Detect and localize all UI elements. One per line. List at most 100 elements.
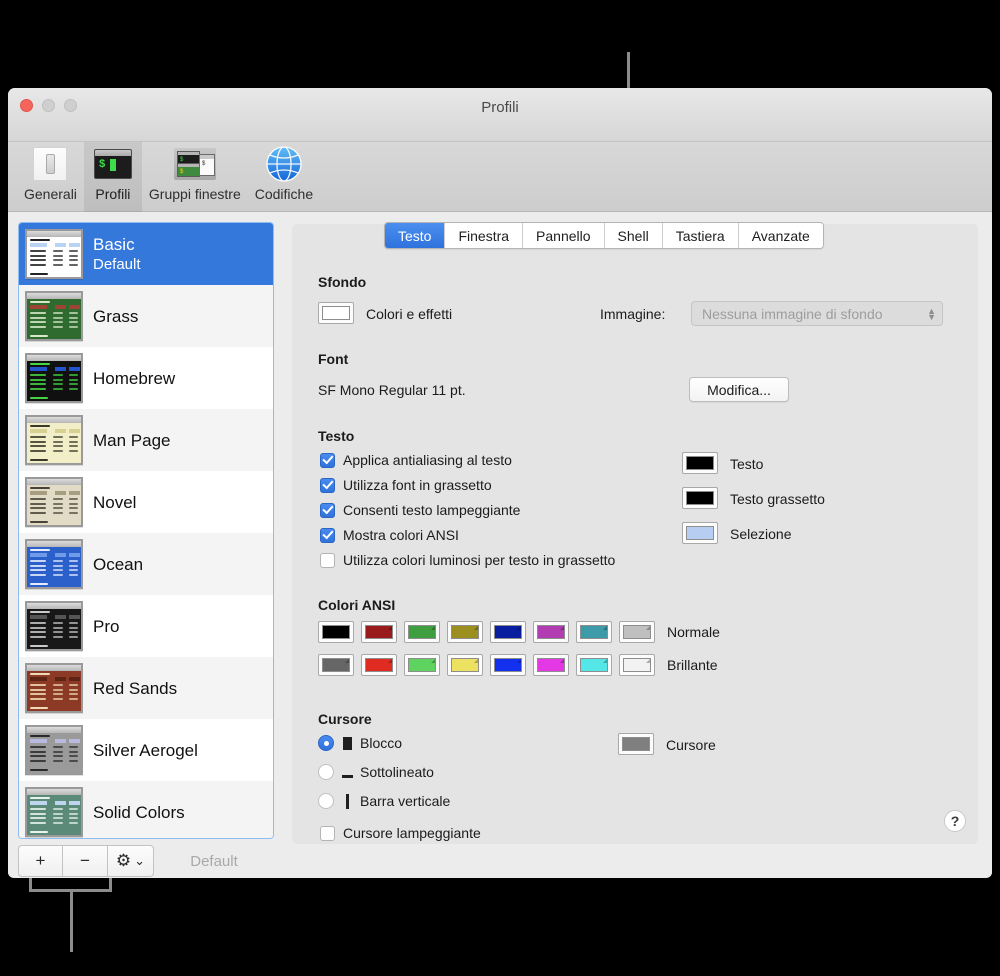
tab-testo[interactable]: Testo <box>385 223 446 248</box>
checkbox-label: Utilizza font in grassetto <box>343 477 492 493</box>
toolbar-item-codifiche[interactable]: Codifiche <box>248 142 320 212</box>
tab-pannello[interactable]: Pannello <box>523 223 605 248</box>
ansi-swatch-fill <box>494 658 522 672</box>
ansi-color-swatch[interactable] <box>318 621 354 643</box>
ansi-color-swatch[interactable] <box>447 621 483 643</box>
toolbar-item-generali[interactable]: Generali <box>17 142 84 212</box>
ansi-color-swatch[interactable] <box>361 654 397 676</box>
ansi-color-swatch[interactable] <box>533 621 569 643</box>
text-color-well[interactable] <box>682 452 718 474</box>
profile-thumbnail <box>25 415 83 465</box>
checkbox-label: Consenti testo lampeggiante <box>343 502 521 518</box>
ansi-color-swatch[interactable] <box>318 654 354 676</box>
text-option-row[interactable]: Mostra colori ANSI <box>320 527 459 543</box>
help-button[interactable]: ? <box>944 810 966 832</box>
ansi-swatch-fill <box>623 625 651 639</box>
toolbar-item-profili[interactable]: $ Profili <box>83 142 142 212</box>
background-color-well[interactable] <box>318 302 354 324</box>
profile-actions-menu-button[interactable]: ⚙ ⌄ <box>108 845 154 877</box>
chevron-down-icon: ⌄ <box>134 853 146 868</box>
window-titlebar: Profili <box>8 88 992 142</box>
ansi-color-swatch[interactable] <box>576 621 612 643</box>
gear-icon: ⚙ <box>115 851 132 870</box>
add-profile-button[interactable]: + <box>18 845 63 877</box>
cursor-option-row[interactable]: Blocco <box>318 735 402 751</box>
profile-name: Man Page <box>93 430 171 450</box>
ansi-swatch-fill <box>451 625 479 639</box>
profile-settings-pane: Testo Finestra Pannello Shell Tastiera Avanza… <box>284 212 992 877</box>
profile-item-labels: Grass <box>93 306 138 327</box>
profile-list-item[interactable]: Novel <box>19 471 273 533</box>
text-option-row[interactable]: Applica antialiasing al testo <box>320 452 512 468</box>
checkbox[interactable] <box>320 477 335 493</box>
ansi-color-swatch[interactable] <box>619 621 655 643</box>
radio-button[interactable] <box>318 764 334 780</box>
cursor-option-row[interactable]: Sottolineato <box>318 764 434 780</box>
profile-name: Grass <box>93 306 139 326</box>
text-color-well-label: Selezione <box>730 526 792 542</box>
ansi-swatch-fill <box>322 625 350 639</box>
cursor-color-label: Cursore <box>666 737 716 753</box>
cursor-shape-bar-icon <box>341 793 353 809</box>
cursor-shape-underline-icon <box>341 767 353 778</box>
cursor-option-row[interactable]: Barra verticale <box>318 793 450 809</box>
ansi-color-swatch[interactable] <box>576 654 612 676</box>
radio-button[interactable] <box>318 793 334 809</box>
cursor-blink-row[interactable]: Cursore lampeggiante <box>320 825 481 841</box>
set-default-label[interactable]: Default <box>154 845 274 877</box>
profile-thumbnail <box>25 353 83 403</box>
terminal-window-icon: $ <box>91 144 135 184</box>
ansi-color-swatch[interactable] <box>404 621 440 643</box>
checkbox[interactable] <box>320 502 335 518</box>
profile-item-labels: Red Sands <box>93 678 177 699</box>
profile-list-item[interactable]: Red Sands <box>19 657 273 719</box>
text-option-row[interactable]: Utilizza font in grassetto <box>320 477 492 493</box>
toolbar-item-gruppi-finestre[interactable]: $ $ $ Gruppi finestre <box>142 142 248 212</box>
ansi-row-label: Brillante <box>667 657 718 673</box>
profile-list-item[interactable]: Homebrew <box>19 347 273 409</box>
profile-list-item[interactable]: Basic Default <box>19 223 273 285</box>
settings-tab-bar: Testo Finestra Pannello Shell Tastiera Avanza… <box>384 222 824 249</box>
profile-list[interactable]: Basic Default Grass Homebrew Man Page Novel Oc… <box>18 222 274 839</box>
profile-list-item[interactable]: Ocean <box>19 533 273 595</box>
text-color-well[interactable] <box>682 487 718 509</box>
ansi-color-swatch[interactable] <box>404 654 440 676</box>
tab-shell[interactable]: Shell <box>604 223 663 248</box>
background-image-select[interactable]: Nessuna immagine di sfondo ▲ ▼ <box>691 301 943 326</box>
profile-list-item[interactable]: Pro <box>19 595 273 657</box>
text-option-row[interactable]: Utilizza colori luminosi per testo in gr… <box>320 552 615 568</box>
profile-list-item[interactable]: Silver Aerogel <box>19 719 273 781</box>
radio-button[interactable] <box>318 735 334 751</box>
profile-list-item[interactable]: Grass <box>19 285 273 347</box>
color-swatch <box>686 491 714 505</box>
checkbox-label: Mostra colori ANSI <box>343 527 459 543</box>
profile-list-item[interactable]: Solid Colors <box>19 781 273 838</box>
font-value-label: SF Mono Regular 11 pt. <box>318 382 466 398</box>
cursor-color-well[interactable] <box>618 733 654 755</box>
ansi-swatch-fill <box>451 658 479 672</box>
ansi-color-swatch[interactable] <box>447 654 483 676</box>
ansi-color-swatch[interactable] <box>533 654 569 676</box>
background-image-value: Nessuna immagine di sfondo <box>702 305 883 322</box>
checkbox[interactable] <box>320 552 335 568</box>
cursor-blink-label: Cursore lampeggiante <box>343 825 481 841</box>
ansi-color-swatch[interactable] <box>619 654 655 676</box>
text-option-row[interactable]: Consenti testo lampeggiante <box>320 502 520 518</box>
tab-tastiera[interactable]: Tastiera <box>662 223 739 248</box>
profile-list-item[interactable]: Man Page <box>19 409 273 471</box>
tab-avanzate[interactable]: Avanzate <box>738 223 823 248</box>
checkbox[interactable] <box>320 527 335 543</box>
ansi-color-swatch[interactable] <box>490 621 526 643</box>
ansi-color-swatch[interactable] <box>490 654 526 676</box>
ansi-swatch-fill <box>408 625 436 639</box>
remove-profile-button[interactable]: − <box>63 845 108 877</box>
screenshot-root: Profili Generali $ Profili $ $ $ Gruppi … <box>0 0 1000 976</box>
tab-finestra[interactable]: Finestra <box>445 223 524 248</box>
general-switch-icon <box>28 144 72 184</box>
cursor-blink-checkbox[interactable] <box>320 825 335 841</box>
stepper-arrows-icon: ▲ ▼ <box>927 305 936 322</box>
change-font-button[interactable]: Modifica... <box>689 377 789 402</box>
ansi-color-swatch[interactable] <box>361 621 397 643</box>
checkbox[interactable] <box>320 452 335 468</box>
text-color-well[interactable] <box>682 522 718 544</box>
